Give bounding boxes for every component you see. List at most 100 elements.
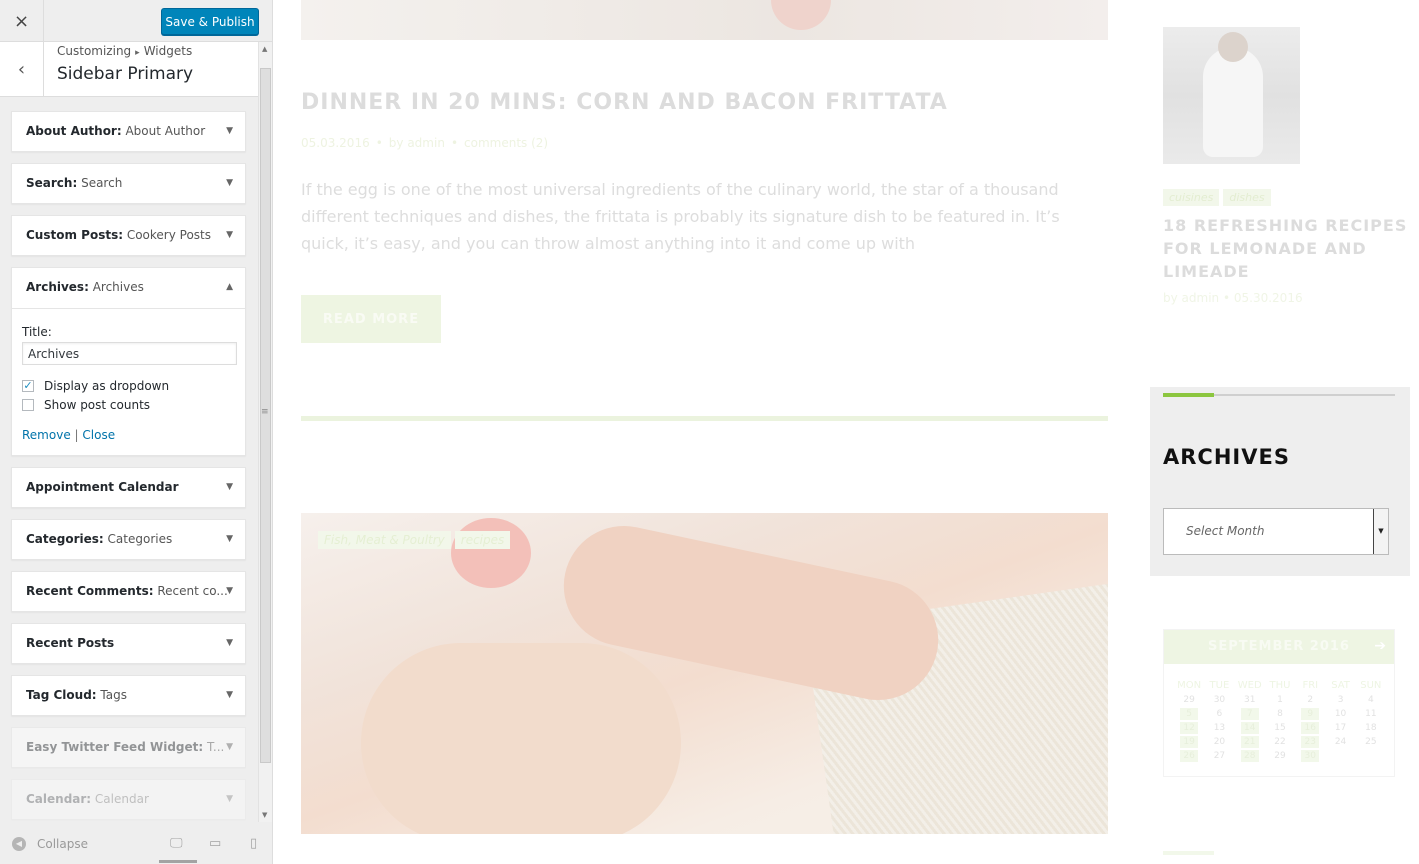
widget-title: T... (203, 740, 225, 754)
calendar-day[interactable]: 26 (1180, 750, 1199, 762)
widget-title: About Author (121, 124, 206, 138)
expand-arrow-icon[interactable]: ▼ (226, 126, 233, 136)
widget-type: Calendar: (26, 792, 92, 806)
tag-cuisines[interactable]: cuisines (1163, 189, 1220, 206)
post-comments[interactable]: comments (2) (464, 136, 548, 150)
remove-link[interactable]: Remove (22, 428, 71, 442)
active-device-indicator (159, 860, 197, 863)
calendar-day: 10 (1334, 709, 1347, 719)
calendar-day-of-week: TUE (1209, 680, 1230, 691)
save-publish-button[interactable]: Save & Publish (161, 8, 259, 35)
dropdown-arrow-icon[interactable]: ▼ (1373, 509, 1388, 554)
widget-type: Easy Twitter Feed Widget: (26, 740, 204, 754)
widget-title: Recent co... (153, 584, 228, 598)
widget-recent-comments[interactable]: Recent Comments: Recent co... ▼ (11, 571, 246, 612)
collapse-icon[interactable]: ◀ (12, 837, 26, 851)
post-excerpt: If the egg is one of the most universal … (301, 180, 1060, 253)
calendar-month: SEPTEMBER 2016 (1164, 630, 1394, 664)
widget-appointment-calendar[interactable]: Appointment Calendar ▼ (11, 467, 246, 508)
tablet-preview-icon[interactable]: ▭ (209, 836, 221, 851)
widget-title-input[interactable] (22, 342, 237, 365)
post-title[interactable]: DINNER IN 20 MINS: CORN AND BACON FRITTA… (301, 90, 948, 115)
tag-dishes[interactable]: dishes (1223, 189, 1271, 206)
widget-type: Recent Comments: (26, 584, 154, 598)
widget-search[interactable]: Search: Search ▼ (11, 163, 246, 204)
archives-month-select[interactable]: Select Month ▼ (1163, 508, 1389, 555)
desktop-preview-icon[interactable]: 🖵 (170, 836, 183, 851)
calendar-day[interactable]: 14 (1240, 722, 1259, 734)
collapse-arrow-icon[interactable]: ▲ (226, 282, 233, 292)
scroll-down-icon[interactable]: ▼ (262, 811, 267, 819)
widget-archives[interactable]: Archives: Archives ▲ Title: ✓ Display as… (11, 267, 246, 456)
expand-arrow-icon[interactable]: ▼ (226, 586, 233, 596)
calendar-day: 24 (1334, 737, 1347, 747)
expand-arrow-icon[interactable]: ▼ (226, 742, 233, 752)
calendar-day[interactable]: 19 (1180, 736, 1199, 748)
calendar-day[interactable]: 16 (1301, 722, 1320, 734)
calendar-day: 8 (1277, 709, 1283, 719)
calendar-day: 22 (1274, 737, 1286, 747)
meta-dot-icon: • (450, 136, 459, 150)
calendar-day[interactable]: 5 (1180, 708, 1199, 720)
expand-arrow-icon[interactable]: ▼ (226, 690, 233, 700)
widget-title: Calendar (91, 792, 149, 806)
sidebar-post-title[interactable]: 18 REFRESHING RECIPES FOR LEMONADE AND L… (1163, 214, 1408, 283)
archives-widget-form: Title: ✓ Display as dropdown Show post c… (12, 308, 245, 455)
post-date: 05.03.2016 (301, 136, 370, 150)
select-placeholder: Select Month (1186, 524, 1265, 538)
widget-recent-posts[interactable]: Recent Posts ▼ (11, 623, 246, 664)
calendar-day[interactable]: 12 (1180, 722, 1199, 734)
chef-shape (1203, 47, 1263, 157)
expand-arrow-icon[interactable]: ▼ (226, 638, 233, 648)
sidebar-post-image[interactable] (1163, 27, 1300, 164)
tag-recipes[interactable]: recipes (454, 531, 511, 549)
widget-calendar[interactable]: Calendar: Calendar ▼ (11, 779, 246, 820)
display-dropdown-checkbox[interactable]: ✓ (22, 380, 34, 392)
scroll-up-icon[interactable]: ▲ (262, 45, 267, 53)
calendar-day[interactable]: 23 (1301, 736, 1320, 748)
widget-title: Categories (103, 532, 173, 546)
mobile-preview-icon[interactable]: ▯ (250, 836, 257, 851)
back-button[interactable]: ‹ (0, 42, 44, 97)
calendar-day[interactable]: 28 (1240, 750, 1259, 762)
display-dropdown-option[interactable]: ✓ Display as dropdown (22, 379, 169, 393)
widget-about-author[interactable]: About Author: About Author ▼ (11, 111, 246, 152)
widget-type: Categories: (26, 532, 104, 546)
calendar-day[interactable]: 21 (1240, 736, 1259, 748)
show-counts-option[interactable]: Show post counts (22, 398, 150, 412)
expand-arrow-icon[interactable]: ▼ (226, 794, 233, 804)
close-customizer-button[interactable]: × (0, 0, 44, 42)
widget-title: Tags (96, 688, 127, 702)
calendar-day: 15 (1274, 723, 1286, 733)
tag-fish-meat-poultry[interactable]: Fish, Meat & Poultry (318, 531, 451, 549)
close-link[interactable]: Close (82, 428, 115, 442)
expand-arrow-icon[interactable]: ▼ (226, 230, 233, 240)
widget-twitter-feed[interactable]: Easy Twitter Feed Widget: T... ▼ (11, 727, 246, 768)
panel-scrollbar[interactable]: ▲ ≡ ▼ (258, 42, 272, 822)
post-author[interactable]: by admin (389, 136, 445, 150)
expand-arrow-icon[interactable]: ▼ (226, 482, 233, 492)
widget-custom-posts[interactable]: Custom Posts: Cookery Posts ▼ (11, 215, 246, 256)
meta-dot-icon: • (1222, 291, 1234, 305)
calendar-day[interactable]: 7 (1240, 708, 1259, 720)
widget-title: Archives (88, 280, 144, 294)
post-image[interactable] (301, 513, 1108, 834)
calendar-day[interactable]: 9 (1301, 708, 1320, 720)
scallop-shape (361, 643, 681, 834)
widget-tag-cloud[interactable]: Tag Cloud: Tags ▼ (11, 675, 246, 716)
widget-categories[interactable]: Categories: Categories ▼ (11, 519, 246, 560)
expand-arrow-icon[interactable]: ▼ (226, 178, 233, 188)
scroll-grip-icon: ≡ (261, 407, 269, 417)
read-more-button[interactable]: READ MORE (301, 295, 441, 343)
calendar-day: 29 (1274, 751, 1286, 761)
show-counts-checkbox[interactable] (22, 399, 34, 411)
sidebar-post-author[interactable]: by admin (1163, 291, 1219, 305)
calendar-day[interactable]: 30 (1301, 750, 1320, 762)
calendar-day: 6 (1216, 709, 1223, 719)
calendar-next-icon[interactable]: ➔ (1374, 638, 1386, 654)
site-preview: DINNER IN 20 MINS: CORN AND BACON FRITTA… (274, 0, 1419, 864)
widget-rule-accent (1163, 393, 1214, 397)
collapse-button[interactable]: Collapse (37, 837, 88, 851)
calendar-day: 3 (1337, 695, 1344, 705)
expand-arrow-icon[interactable]: ▼ (226, 534, 233, 544)
